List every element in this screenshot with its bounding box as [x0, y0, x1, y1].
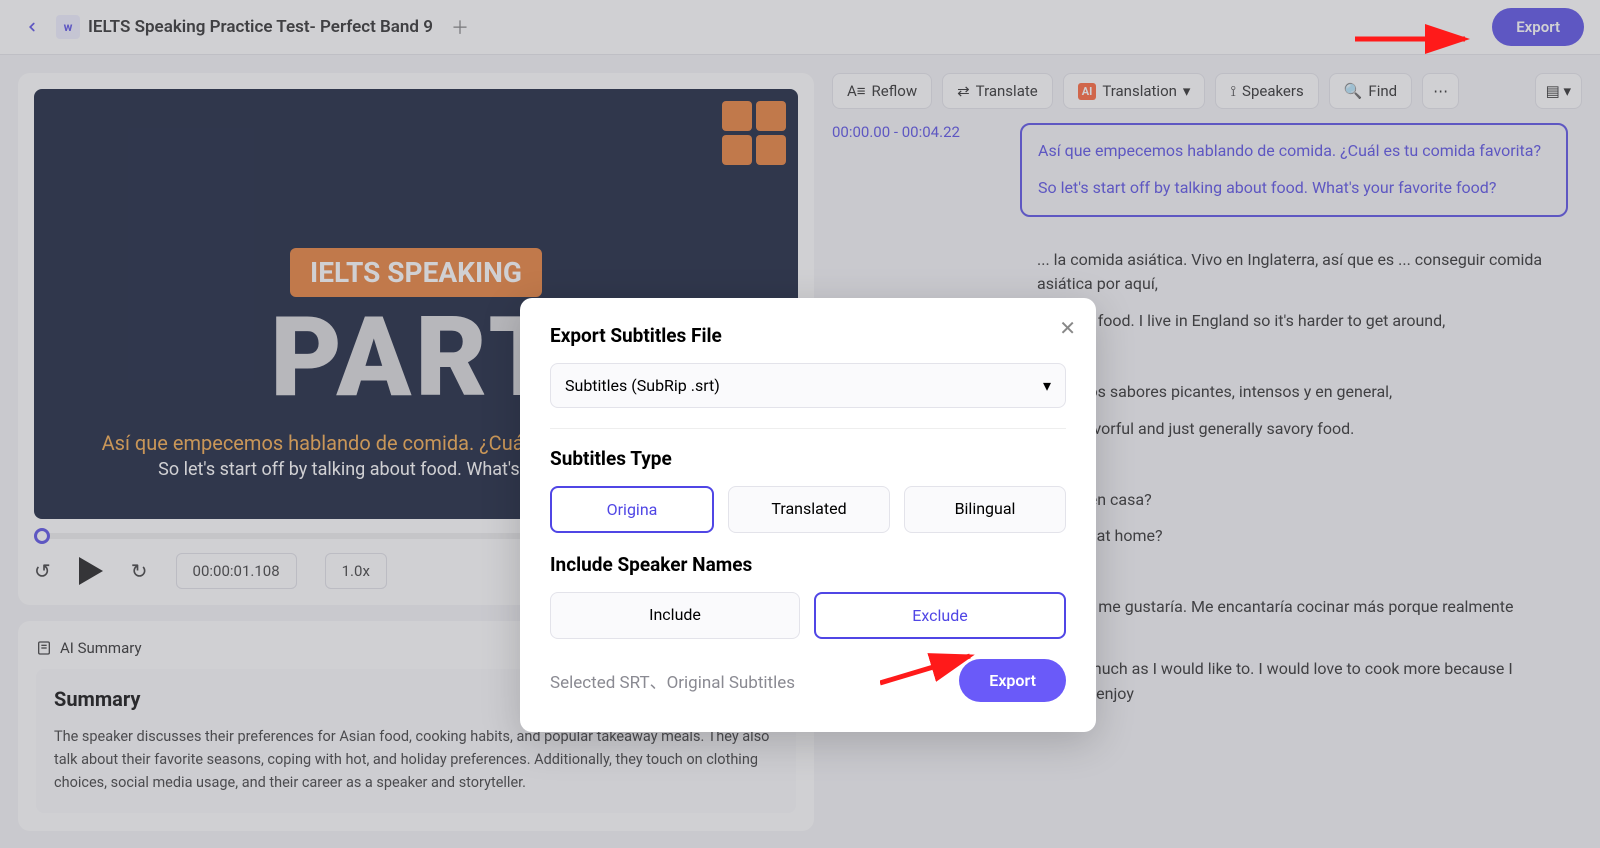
caret-down-icon: ▾ — [1043, 376, 1051, 395]
modal-footer: Selected SRT、Original Subtitles Export — [550, 659, 1066, 702]
format-value: Subtitles (SubRip .srt) — [565, 376, 720, 395]
type-option-translated[interactable]: Translated — [728, 486, 890, 533]
modal-title: Export Subtitles File — [550, 324, 1066, 347]
divider — [550, 428, 1066, 429]
selection-summary: Selected SRT、Original Subtitles — [550, 668, 795, 693]
speaker-option-include[interactable]: Include — [550, 592, 800, 639]
export-modal: ✕ Export Subtitles File Subtitles (SubRi… — [520, 298, 1096, 732]
format-select[interactable]: Subtitles (SubRip .srt) ▾ — [550, 363, 1066, 408]
type-option-original[interactable]: Origina — [550, 486, 714, 533]
speaker-option-exclude[interactable]: Exclude — [814, 592, 1066, 639]
type-label: Subtitles Type — [550, 447, 1066, 470]
modal-export-button[interactable]: Export — [959, 659, 1066, 702]
close-icon[interactable]: ✕ — [1059, 316, 1076, 340]
type-option-bilingual[interactable]: Bilingual — [904, 486, 1066, 533]
type-options: Origina Translated Bilingual — [550, 486, 1066, 533]
speaker-label: Include Speaker Names — [550, 553, 1066, 576]
speaker-options: Include Exclude — [550, 592, 1066, 639]
